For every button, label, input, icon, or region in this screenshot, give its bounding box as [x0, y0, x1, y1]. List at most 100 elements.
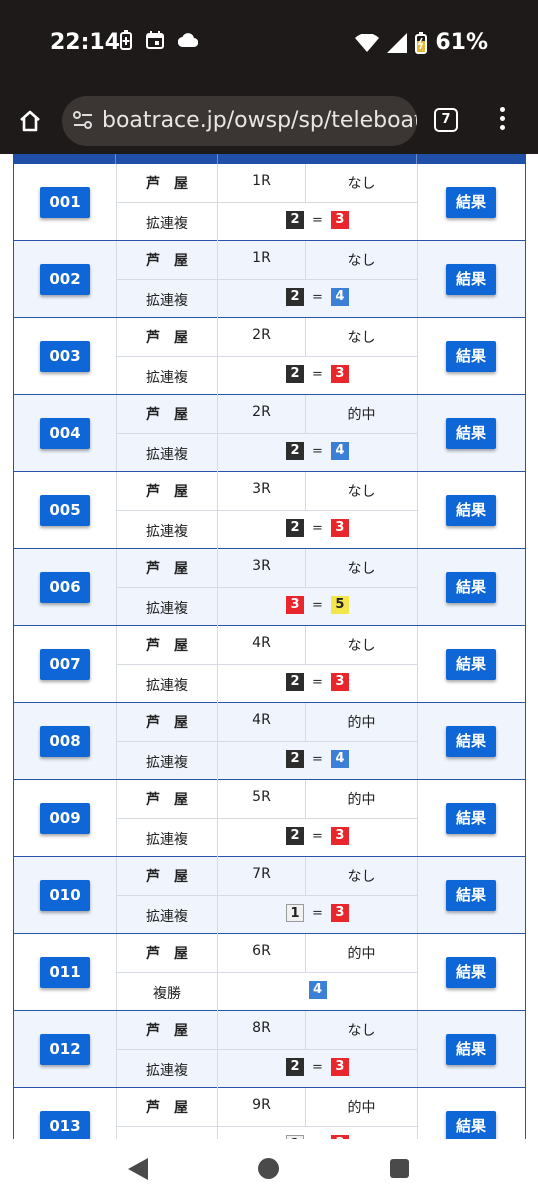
vote-number-button[interactable]: 012 — [40, 1034, 90, 1065]
home-icon[interactable] — [18, 109, 42, 133]
vote-number-button[interactable]: 003 — [40, 341, 90, 372]
cloud-icon — [178, 33, 198, 47]
venue-name: 芦屋 — [146, 946, 202, 962]
battery-percent: 61% — [435, 30, 488, 55]
combination: 2 = 3 — [218, 365, 417, 383]
overflow-menu-icon[interactable] — [500, 107, 505, 130]
vote-number-button[interactable]: 013 — [40, 1111, 90, 1139]
battery-charging-icon — [415, 31, 428, 54]
race-number: 4R — [252, 712, 271, 728]
hit-status: 的中 — [347, 946, 376, 962]
tab-switcher-button[interactable]: 7 — [434, 108, 458, 132]
result-button[interactable]: 結果 — [446, 572, 496, 603]
race-number: 1R — [252, 250, 271, 266]
vote-number-button[interactable]: 005 — [40, 495, 90, 526]
race-number: 9R — [252, 1097, 271, 1113]
vote-number-button[interactable]: 011 — [40, 957, 90, 988]
venue-name: 芦屋 — [146, 715, 202, 731]
race-number: 6R — [252, 943, 271, 959]
hit-status: 的中 — [347, 1100, 376, 1116]
vote-number-button[interactable]: 008 — [40, 726, 90, 757]
combo-separator: = — [312, 751, 323, 767]
result-button[interactable]: 結果 — [446, 187, 496, 218]
result-button[interactable]: 結果 — [446, 649, 496, 680]
venue-name: 芦屋 — [146, 484, 202, 500]
hit-status: なし — [347, 1023, 376, 1039]
hit-status: なし — [347, 869, 376, 885]
boat-number-badge: 3 — [330, 1058, 349, 1076]
recents-button[interactable] — [390, 1159, 409, 1178]
home-button[interactable] — [258, 1158, 279, 1179]
vote-number-button[interactable]: 006 — [40, 572, 90, 603]
race-number: 2R — [252, 404, 271, 420]
venue-name: 芦屋 — [146, 561, 202, 577]
vote-row: 005 芦屋 3R なし 拡連複 2 = 3 結果 — [13, 472, 526, 549]
site-settings-icon[interactable] — [72, 110, 94, 130]
boat-number-badge: 2 — [286, 365, 305, 383]
combo-separator: = — [312, 212, 323, 228]
result-button[interactable]: 結果 — [446, 264, 496, 295]
result-button[interactable]: 結果 — [446, 341, 496, 372]
vote-number-button[interactable]: 009 — [40, 803, 90, 834]
result-button[interactable]: 結果 — [446, 803, 496, 834]
venue-name: 芦屋 — [146, 638, 202, 654]
combo-separator: = — [312, 828, 323, 844]
combo-separator: = — [312, 1059, 323, 1075]
combo-separator: = — [312, 905, 323, 921]
vote-row: 001 芦屋 1R なし 拡連複 2 = 3 結果 — [13, 164, 526, 241]
result-button[interactable]: 結果 — [446, 1034, 496, 1065]
vote-list: 001 芦屋 1R なし 拡連複 2 = 3 結果 002 芦屋 1R なし 拡連複 2 = 4 結果 003 芦屋 2… — [13, 154, 526, 1139]
address-bar[interactable]: boatrace.jp/owsp/sp/teleboat — [62, 96, 417, 146]
bet-type: 拡連複 — [146, 1063, 188, 1079]
boat-number-badge: 3 — [330, 673, 349, 691]
venue-name: 芦屋 — [146, 1023, 202, 1039]
vote-number-button[interactable]: 001 — [40, 187, 90, 218]
table-header-strip — [13, 154, 526, 164]
combination: 2 = 3 — [218, 519, 417, 537]
result-button[interactable]: 結果 — [446, 726, 496, 757]
hit-status: 的中 — [347, 715, 376, 731]
vote-row: 009 芦屋 5R 的中 拡連複 2 = 3 結果 — [13, 780, 526, 857]
result-button[interactable]: 結果 — [446, 495, 496, 526]
hit-status: 的中 — [347, 792, 376, 808]
status-bar: 22:14 61% — [0, 0, 538, 88]
boat-number-badge: 2 — [286, 211, 305, 229]
combination: 2 = 4 — [218, 442, 417, 460]
vote-row: 008 芦屋 4R 的中 拡連複 2 = 4 結果 — [13, 703, 526, 780]
vote-number-button[interactable]: 004 — [40, 418, 90, 449]
vote-number-button[interactable]: 007 — [40, 649, 90, 680]
result-button[interactable]: 結果 — [446, 1111, 496, 1139]
back-icon[interactable] — [128, 1158, 148, 1180]
vote-number-button[interactable]: 002 — [40, 264, 90, 295]
venue-name: 芦屋 — [146, 792, 202, 808]
result-button[interactable]: 結果 — [446, 418, 496, 449]
boat-number-badge: 3 — [330, 904, 349, 922]
result-button[interactable]: 結果 — [446, 957, 496, 988]
venue-name: 芦屋 — [146, 407, 202, 423]
combo-separator: = — [312, 289, 323, 305]
vote-row: 012 芦屋 8R なし 拡連複 2 = 3 結果 — [13, 1011, 526, 1088]
system-nav-bar — [0, 1139, 538, 1200]
hit-status: なし — [347, 484, 376, 500]
boat-number-badge: 2 — [286, 750, 305, 768]
cell-signal-icon — [387, 32, 408, 53]
venue-name: 芦屋 — [146, 176, 202, 192]
vote-row: 004 芦屋 2R 的中 拡連複 2 = 4 結果 — [13, 395, 526, 472]
race-number: 3R — [252, 481, 271, 497]
boat-number-badge: 1 — [286, 904, 305, 922]
combo-separator: = — [312, 597, 323, 613]
vote-number-button[interactable]: 010 — [40, 880, 90, 911]
result-button[interactable]: 結果 — [446, 880, 496, 911]
bet-type: 複勝 — [153, 986, 181, 1002]
boat-number-badge: 2 — [286, 827, 305, 845]
combination: 2 = 3 — [218, 211, 417, 229]
combination: 2 = 4 — [218, 750, 417, 768]
boat-number-badge: 3 — [330, 827, 349, 845]
venue-name: 芦屋 — [146, 1100, 202, 1116]
hit-status: 的中 — [347, 407, 376, 423]
hit-status: なし — [347, 561, 376, 577]
boat-number-badge: 3 — [330, 519, 349, 537]
hit-status: なし — [347, 330, 376, 346]
combo-separator: = — [312, 443, 323, 459]
combo-separator: = — [312, 520, 323, 536]
